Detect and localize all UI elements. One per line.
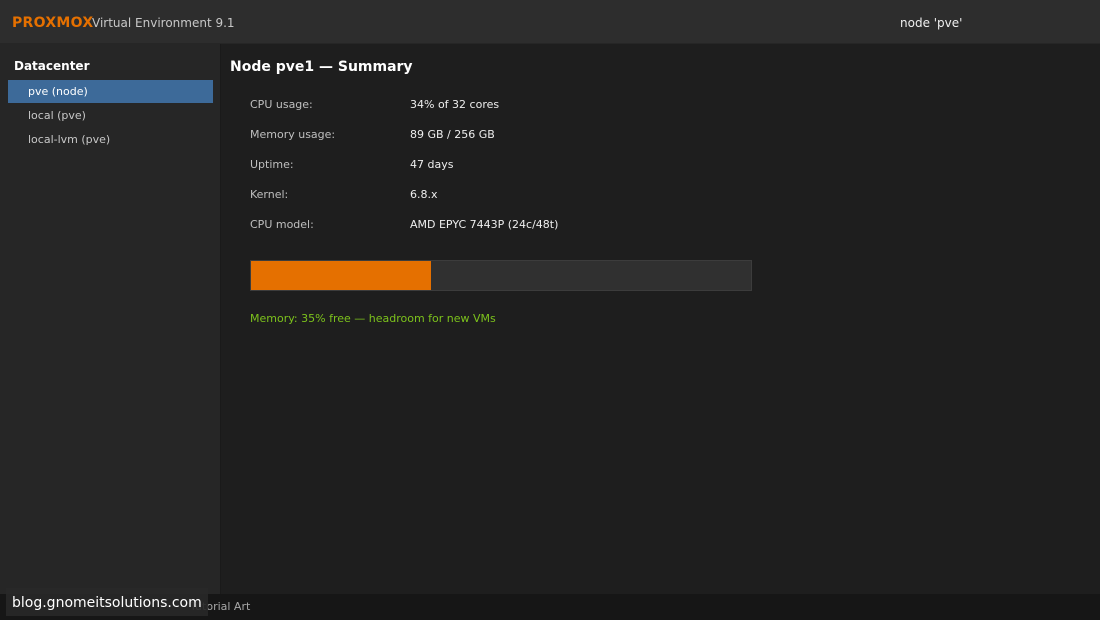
tree-item-label: pve (node) [28, 85, 88, 98]
kernel-label: Kernel: [250, 188, 289, 201]
watermark-overlay: blog.gnomeitsolutions.com [6, 588, 208, 616]
summary-panel: Node pve1 — Summary CPU usage: 34% of 32… [221, 44, 1100, 594]
uptime-label: Uptime: [250, 158, 294, 171]
usage-progress-fill [251, 261, 431, 290]
top-bar: PROXMOX Virtual Environment 9.1 node 'pv… [0, 0, 1100, 44]
memory-usage-label: Memory usage: [250, 128, 336, 141]
tree-item-local-lvm[interactable]: local-lvm (pve) [8, 128, 213, 151]
uptime-value: 47 days [410, 158, 454, 171]
tree-root-datacenter[interactable]: Datacenter [14, 59, 89, 73]
tree-item-label: local-lvm (pve) [28, 133, 111, 146]
current-node-label: node 'pve' [900, 16, 963, 30]
usage-progress-bar [250, 260, 752, 291]
page-title: Node pve1 — Summary [230, 59, 413, 75]
cpu-usage-value: 34% of 32 cores [410, 98, 500, 111]
product-version: Virtual Environment 9.1 [92, 16, 235, 30]
tree-item-label: local (pve) [28, 109, 86, 122]
memory-usage-value: 89 GB / 256 GB [410, 128, 495, 141]
cpu-usage-label: CPU usage: [250, 98, 313, 111]
memory-status-text: Memory: 35% free — headroom for new VMs [250, 312, 496, 325]
brand-logo[interactable]: PROXMOX [12, 15, 93, 31]
cpu-model-value: AMD EPYC 7443P (24c/48t) [410, 218, 559, 231]
kernel-value: 6.8.x [410, 188, 438, 201]
resource-tree: Datacenter pve (node) local (pve) local-… [0, 44, 221, 594]
tree-item-local[interactable]: local (pve) [8, 104, 213, 127]
tree-item-pve-node[interactable]: pve (node) [8, 80, 213, 103]
cpu-model-label: CPU model: [250, 218, 314, 231]
